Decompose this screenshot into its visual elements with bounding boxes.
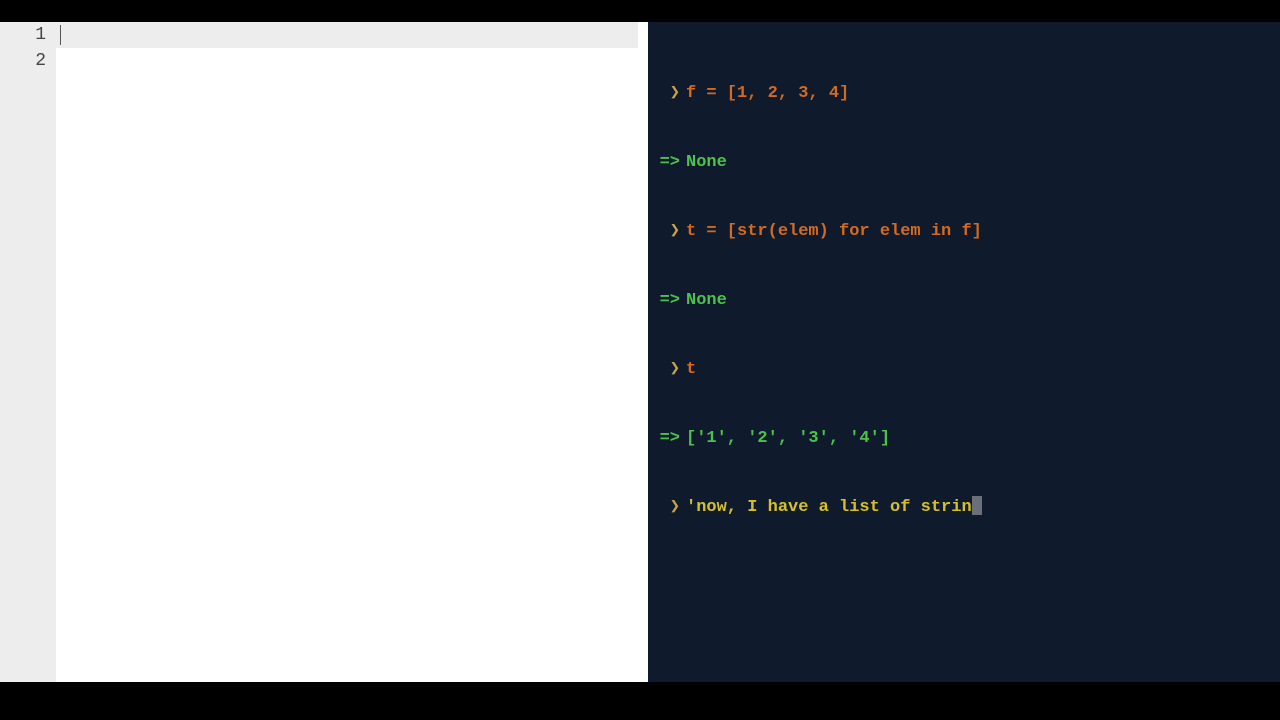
repl-input-line: ❯t xyxy=(656,358,1274,381)
repl-input-text: f = [1, 2, 3, 4] xyxy=(686,84,849,103)
prompt-icon: ❯ xyxy=(656,496,686,519)
workspace: 1 2 ❯f = [1, 2, 3, 4] =>None ❯t = [str(e… xyxy=(0,22,1280,682)
prompt-icon: ❯ xyxy=(656,220,686,243)
result-arrow-icon: => xyxy=(656,427,686,450)
editor-pane[interactable]: 1 2 xyxy=(0,22,648,682)
repl-active-text: 'now, I have a list of strin xyxy=(686,498,972,517)
repl-result-line: =>None xyxy=(656,289,1274,312)
line-number: 2 xyxy=(0,48,46,74)
repl-result-line: =>['1', '2', '3', '4'] xyxy=(656,427,1274,450)
repl-result-line: =>None xyxy=(656,151,1274,174)
line-number-gutter: 1 2 xyxy=(0,22,56,682)
prompt-icon: ❯ xyxy=(656,82,686,105)
line-number: 1 xyxy=(0,22,46,48)
editor-body[interactable] xyxy=(56,22,648,682)
repl-result-text: None xyxy=(686,153,727,172)
repl-input-text: t xyxy=(686,360,696,379)
repl-input-line: ❯t = [str(elem) for elem in f] xyxy=(656,220,1274,243)
repl-pane[interactable]: ❯f = [1, 2, 3, 4] =>None ❯t = [str(elem)… xyxy=(648,22,1280,682)
block-cursor xyxy=(972,496,982,515)
repl-active-line[interactable]: ❯'now, I have a list of strin xyxy=(656,496,1274,519)
result-arrow-icon: => xyxy=(656,289,686,312)
prompt-icon: ❯ xyxy=(656,358,686,381)
result-arrow-icon: => xyxy=(656,151,686,174)
current-line-highlight xyxy=(56,22,638,48)
repl-input-line: ❯f = [1, 2, 3, 4] xyxy=(656,82,1274,105)
text-caret xyxy=(60,25,61,45)
repl-result-text: ['1', '2', '3', '4'] xyxy=(686,429,890,448)
repl-result-text: None xyxy=(686,291,727,310)
repl-input-text: t = [str(elem) for elem in f] xyxy=(686,222,982,241)
